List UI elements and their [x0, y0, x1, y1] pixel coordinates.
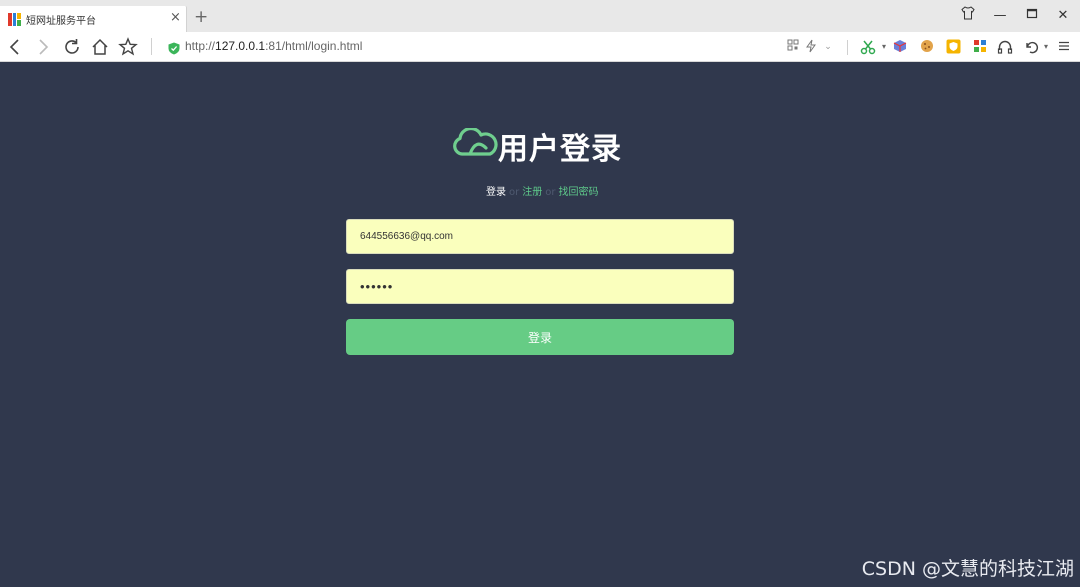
- auth-nav: 登录 or 注册 or 找回密码: [486, 183, 598, 198]
- cube-extension-icon[interactable]: [892, 39, 908, 55]
- lightning-icon[interactable]: [803, 39, 819, 55]
- new-tab-button[interactable]: +: [194, 9, 208, 26]
- login-link[interactable]: 登录: [486, 187, 506, 198]
- password-field[interactable]: [347, 270, 720, 303]
- adblock-shield-icon[interactable]: [945, 39, 961, 55]
- reload-icon[interactable]: [61, 36, 83, 58]
- url-path: :81/html/login.html: [265, 39, 363, 53]
- scissors-icon[interactable]: [860, 39, 876, 55]
- email-field[interactable]: [347, 220, 720, 253]
- scissors-dropdown-icon[interactable]: ▾: [876, 39, 892, 55]
- apps-grid-icon[interactable]: [972, 39, 988, 55]
- headphones-icon[interactable]: [997, 39, 1013, 55]
- divider: [847, 40, 848, 55]
- password-field-wrapper: [346, 269, 734, 304]
- cookie-icon[interactable]: [919, 39, 935, 55]
- tab-bar: 短网址服务平台 × + — ✕: [0, 0, 1080, 32]
- nav-separator: or: [545, 187, 556, 198]
- divider: [151, 38, 152, 55]
- back-icon[interactable]: [4, 36, 26, 58]
- email-field-wrapper: [346, 219, 734, 254]
- address-toolbar: http://127.0.0.1:81/html/login.html ⌄ ▾ …: [0, 32, 1080, 62]
- skin-icon[interactable]: [956, 6, 980, 26]
- tab-close-icon[interactable]: ×: [170, 10, 181, 25]
- tab-title: 短网址服务平台: [26, 16, 96, 27]
- secure-shield-icon: [168, 40, 180, 55]
- url-scheme: http://: [185, 39, 216, 53]
- cloud-logo-icon: [450, 126, 500, 160]
- chevron-down-icon[interactable]: ⌄: [820, 39, 836, 55]
- undo-dropdown-icon[interactable]: ▾: [1038, 39, 1054, 55]
- browser-tab[interactable]: 短网址服务平台 ×: [0, 6, 187, 32]
- forward-icon[interactable]: [32, 36, 54, 58]
- maximize-button[interactable]: [1020, 6, 1044, 26]
- qr-code-icon[interactable]: [785, 39, 801, 55]
- minimize-button[interactable]: —: [988, 6, 1012, 26]
- undo-icon[interactable]: [1023, 39, 1039, 55]
- nav-separator: or: [509, 187, 520, 198]
- page-title: 用户登录: [498, 132, 622, 167]
- site-favicon-icon: [8, 13, 21, 26]
- bookmark-star-icon[interactable]: [117, 36, 139, 58]
- login-button[interactable]: 登录: [346, 319, 734, 355]
- home-icon[interactable]: [89, 36, 111, 58]
- menu-icon[interactable]: [1056, 39, 1072, 55]
- forgot-password-link[interactable]: 找回密码: [558, 187, 598, 198]
- close-window-button[interactable]: ✕: [1051, 6, 1075, 26]
- watermark: CSDN @文慧的科技江湖: [861, 558, 1074, 580]
- url-host: 127.0.0.1: [215, 39, 266, 53]
- login-page: 用户登录 登录or注册or找回密码 登录: [0, 62, 1080, 587]
- url-field[interactable]: http://127.0.0.1:81/html/login.html: [185, 39, 362, 53]
- register-link[interactable]: 注册: [522, 187, 542, 198]
